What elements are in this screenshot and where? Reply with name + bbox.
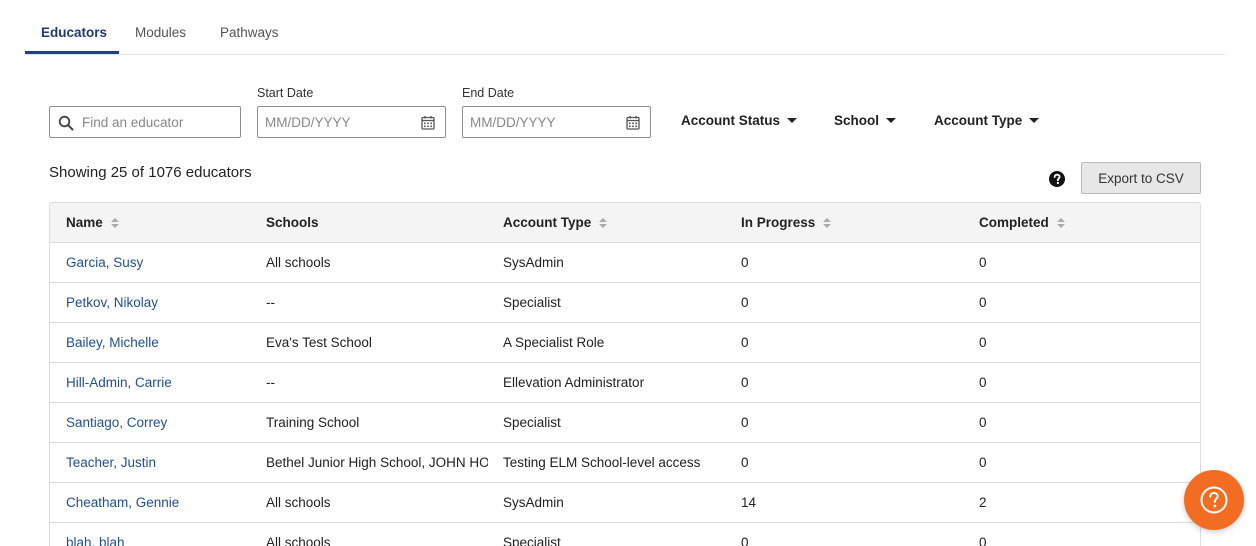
table-row: Teacher, Justin Bethel Junior High Schoo… <box>50 443 1200 483</box>
educator-name-link[interactable]: Petkov, Nikolay <box>66 295 256 310</box>
account-type-cell: Specialist <box>503 535 561 546</box>
account-type-cell: Testing ELM School-level access <box>503 455 701 470</box>
table-row: Garcia, Susy All schools SysAdmin 0 0 <box>50 243 1200 283</box>
sort-icon[interactable] <box>110 218 119 228</box>
in-progress-cell: 0 <box>741 335 749 350</box>
schools-cell: Bethel Junior High School, JOHN HOPKINS <box>266 455 488 470</box>
sort-icon[interactable] <box>823 218 832 228</box>
tab-modules[interactable]: Modules <box>135 25 186 55</box>
educators-table: Name Schools Account Type In Progress Co… <box>49 202 1201 546</box>
educator-name-link[interactable]: Garcia, Susy <box>66 255 256 270</box>
account-type-cell: Specialist <box>503 295 561 310</box>
account-type-dropdown[interactable]: Account Type <box>934 113 1040 128</box>
end-date-box <box>462 106 651 138</box>
educator-name-link[interactable]: Bailey, Michelle <box>66 335 256 350</box>
schools-cell: All schools <box>266 535 331 546</box>
column-header-schools: Schools <box>266 215 488 230</box>
completed-cell: 0 <box>979 535 987 546</box>
account-status-label: Account Status <box>681 113 781 128</box>
column-header-label: In Progress <box>741 215 816 230</box>
in-progress-cell: 0 <box>741 455 749 470</box>
active-tab-indicator <box>25 51 119 54</box>
table-row: Bailey, Michelle Eva's Test School A Spe… <box>50 323 1200 363</box>
schools-cell: Training School <box>266 415 360 430</box>
account-type-cell: Ellevation Administrator <box>503 375 645 390</box>
start-date-input[interactable] <box>258 107 445 137</box>
caret-down-icon <box>1029 118 1040 123</box>
account-status-dropdown[interactable]: Account Status <box>681 113 798 128</box>
column-header-label: Completed <box>979 215 1049 230</box>
caret-down-icon <box>886 118 897 123</box>
account-type-cell: SysAdmin <box>503 495 564 510</box>
in-progress-cell: 0 <box>741 375 749 390</box>
educator-name-link[interactable]: Hill-Admin, Carrie <box>66 375 256 390</box>
column-header-in-progress[interactable]: In Progress <box>741 215 971 230</box>
table-header: Name Schools Account Type In Progress Co… <box>50 203 1200 243</box>
schools-cell: All schools <box>266 255 331 270</box>
school-label: School <box>834 113 880 128</box>
table-row: Cheatham, Gennie All schools SysAdmin 14… <box>50 483 1200 523</box>
table-row: Hill-Admin, Carrie -- Ellevation Adminis… <box>50 363 1200 403</box>
educator-name-link[interactable]: blah, blah <box>66 535 256 546</box>
results-count: Showing 25 of 1076 educators <box>49 164 252 181</box>
table-row: blah, blah All schools Specialist 0 0 <box>50 523 1200 546</box>
educator-name-link[interactable]: Cheatham, Gennie <box>66 495 256 510</box>
in-progress-cell: 14 <box>741 495 757 510</box>
school-dropdown[interactable]: School <box>834 113 897 128</box>
completed-cell: 0 <box>979 335 987 350</box>
sort-icon[interactable] <box>599 218 608 228</box>
tab-pathways[interactable]: Pathways <box>220 25 279 55</box>
end-date-label: End Date <box>462 86 515 100</box>
column-header-label: Schools <box>266 215 319 230</box>
account-type-cell: Specialist <box>503 415 561 430</box>
caret-down-icon <box>787 118 798 123</box>
educator-name-link[interactable]: Teacher, Justin <box>66 455 256 470</box>
column-header-account-type[interactable]: Account Type <box>503 215 733 230</box>
question-circle-icon <box>1200 486 1228 514</box>
educator-name-link[interactable]: Santiago, Correy <box>66 415 256 430</box>
schools-cell: All schools <box>266 495 331 510</box>
tab-bar: Educators Modules Pathways <box>25 0 1225 55</box>
schools-cell: Eva's Test School <box>266 335 372 350</box>
in-progress-cell: 0 <box>741 295 749 310</box>
help-icon[interactable] <box>1049 171 1065 187</box>
sort-icon[interactable] <box>1056 218 1065 228</box>
educators-page: Educators Modules Pathways Start Date En… <box>0 0 1256 546</box>
search-box <box>49 106 241 138</box>
search-input[interactable] <box>50 107 240 137</box>
column-header-label: Name <box>66 215 103 230</box>
account-type-label: Account Type <box>934 113 1023 128</box>
completed-cell: 0 <box>979 255 987 270</box>
export-csv-button[interactable]: Export to CSV <box>1081 162 1201 194</box>
column-header-label: Account Type <box>503 215 592 230</box>
table-row: Petkov, Nikolay -- Specialist 0 0 <box>50 283 1200 323</box>
in-progress-cell: 0 <box>741 255 749 270</box>
in-progress-cell: 0 <box>741 415 749 430</box>
column-header-completed[interactable]: Completed <box>979 215 1179 230</box>
completed-cell: 0 <box>979 295 987 310</box>
completed-cell: 0 <box>979 415 987 430</box>
in-progress-cell: 0 <box>741 535 749 546</box>
account-type-cell: SysAdmin <box>503 255 564 270</box>
start-date-label: Start Date <box>257 86 314 100</box>
help-chat-button[interactable] <box>1184 470 1244 530</box>
schools-cell: -- <box>266 375 275 390</box>
completed-cell: 2 <box>979 495 987 510</box>
table-row: Santiago, Correy Training School Special… <box>50 403 1200 443</box>
completed-cell: 0 <box>979 455 987 470</box>
start-date-box <box>257 106 446 138</box>
end-date-input[interactable] <box>463 107 650 137</box>
completed-cell: 0 <box>979 375 987 390</box>
schools-cell: -- <box>266 295 275 310</box>
calendar-icon[interactable] <box>421 115 435 130</box>
calendar-icon[interactable] <box>626 115 640 130</box>
account-type-cell: A Specialist Role <box>503 335 605 350</box>
column-header-name[interactable]: Name <box>66 215 256 230</box>
